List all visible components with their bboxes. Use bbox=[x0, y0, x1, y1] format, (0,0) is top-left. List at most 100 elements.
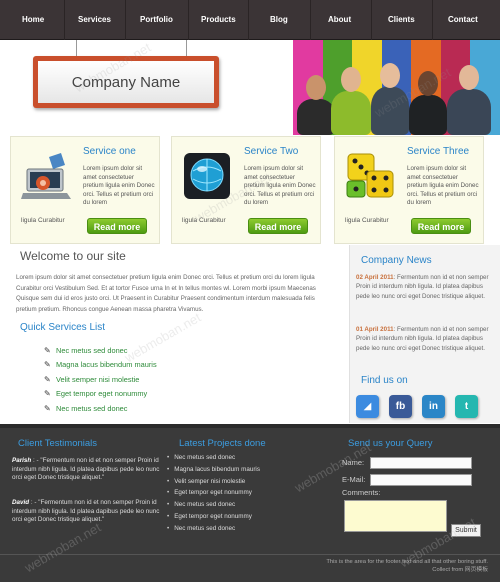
name-field[interactable] bbox=[370, 457, 472, 469]
service-caption: ligula Curabitur bbox=[345, 217, 389, 224]
name-label: Name: bbox=[342, 458, 365, 467]
list-item[interactable]: ✎ Nec metus sed donec bbox=[44, 343, 157, 358]
person-head bbox=[380, 63, 400, 88]
project-link[interactable]: Eget tempor eget nonummy bbox=[167, 513, 260, 525]
read-more-button[interactable]: Read more bbox=[87, 218, 147, 234]
comments-label: Comments: bbox=[342, 488, 381, 497]
nav-blog[interactable]: Blog bbox=[270, 15, 288, 24]
news-date[interactable]: 01 April 2011 bbox=[356, 326, 394, 333]
service-description: Lorem ipsum dolor sit amet consectetuer … bbox=[407, 165, 479, 207]
sidebar: Company News 02 April 2011: Fermentum no… bbox=[349, 245, 500, 423]
list-item[interactable]: ✎ Velit semper nisi molestie bbox=[44, 372, 157, 387]
project-link[interactable]: Eget tempor eget nonummy bbox=[167, 489, 260, 501]
company-sign[interactable]: Company Name bbox=[33, 56, 219, 108]
nav-home[interactable]: Home bbox=[22, 15, 44, 24]
dice-icon bbox=[346, 153, 394, 198]
person-head bbox=[418, 71, 438, 96]
person-figure bbox=[297, 99, 335, 135]
service-title: Service Two bbox=[244, 146, 299, 157]
quick-services-heading: Quick Services List bbox=[20, 322, 106, 333]
team-photo bbox=[293, 40, 500, 135]
project-link[interactable]: Magna lacus bibendum mauris bbox=[167, 466, 260, 478]
projects-heading: Latest Projects done bbox=[179, 438, 266, 449]
delicious-icon[interactable]: ◢ bbox=[356, 395, 379, 418]
news-item: 02 April 2011: Fermentum non id et non s… bbox=[356, 273, 498, 301]
testimonial-text: : - "Fermentum non id et non semper Proi… bbox=[12, 457, 160, 481]
email-field[interactable] bbox=[370, 474, 472, 486]
header-banner: Company Name bbox=[0, 40, 500, 135]
person-figure bbox=[409, 95, 447, 135]
pencil-icon: ✎ bbox=[44, 345, 51, 355]
list-item[interactable]: ✎ Nec metus sed donec bbox=[44, 401, 157, 416]
submit-button[interactable]: Submit bbox=[451, 524, 481, 537]
company-name: Company Name bbox=[71, 73, 181, 91]
service-caption: ligula Curabitur bbox=[21, 217, 65, 224]
welcome-heading: Welcome to our site bbox=[20, 249, 126, 263]
nav-divider bbox=[125, 0, 126, 40]
service-box-two: Service Two Lorem ipsum dolor sit amet c… bbox=[171, 136, 321, 244]
news-item: 01 April 2011: Fermentum non id et non s… bbox=[356, 325, 498, 353]
read-more-button[interactable]: Read more bbox=[248, 218, 308, 234]
quick-services-list: ✎ Nec metus sed donec ✎ Magna lacus bibend… bbox=[44, 343, 157, 416]
nav-services[interactable]: Services bbox=[78, 15, 111, 24]
pencil-icon: ✎ bbox=[44, 374, 51, 384]
footer-credit: Collect from 网页模板 bbox=[432, 567, 488, 573]
list-item[interactable]: ✎ Magna lacus bibendum mauris bbox=[44, 358, 157, 373]
query-heading: Send us your Query bbox=[348, 438, 433, 449]
project-link[interactable]: Nec metus sed donec bbox=[167, 525, 260, 537]
service-caption: ligula Curabitur bbox=[182, 217, 226, 224]
read-more-button[interactable]: Read more bbox=[411, 218, 471, 234]
nav-products[interactable]: Products bbox=[201, 15, 236, 24]
nav-divider bbox=[310, 0, 311, 40]
project-link[interactable]: Velit semper nisi molestie bbox=[167, 478, 260, 490]
find-us-heading: Find us on bbox=[361, 375, 408, 386]
nav-divider bbox=[432, 0, 433, 40]
twitter-icon[interactable]: t bbox=[455, 395, 478, 418]
person-head bbox=[306, 75, 326, 100]
top-navigation: Home Services Portfolio Products Blog Ab… bbox=[0, 0, 500, 40]
testimonial-text: : - "Fermentum non id et non semper Proi… bbox=[12, 499, 160, 523]
service-title: Service Three bbox=[407, 146, 470, 157]
testimonials-heading: Client Testimonials bbox=[18, 438, 98, 449]
testimonial: Parish : - "Fermentum non id et non semp… bbox=[12, 457, 160, 483]
nav-divider bbox=[188, 0, 189, 40]
nav-divider bbox=[64, 0, 65, 40]
news-date[interactable]: 02 April 2011 bbox=[356, 274, 394, 281]
linkedin-icon[interactable]: in bbox=[422, 395, 445, 418]
testimonial: David : - "Fermentum non id et non sempe… bbox=[12, 499, 160, 525]
service-box-three: Service Three Lorem ipsum dolor sit amet… bbox=[334, 136, 484, 244]
person-figure bbox=[331, 91, 371, 135]
person-figure bbox=[447, 89, 491, 135]
projects-list: Nec metus sed donec Magna lacus bibendum… bbox=[167, 454, 260, 537]
service-title: Service one bbox=[83, 146, 136, 157]
person-head bbox=[459, 65, 479, 90]
person-head bbox=[341, 67, 361, 92]
nav-clients[interactable]: Clients bbox=[388, 15, 415, 24]
comments-textarea[interactable] bbox=[344, 500, 447, 532]
testimonial-author: Parish bbox=[12, 457, 32, 464]
pencil-icon: ✎ bbox=[44, 389, 51, 399]
pencil-icon: ✎ bbox=[44, 403, 51, 413]
service-description: Lorem ipsum dolor sit amet consectetuer … bbox=[244, 165, 316, 207]
footer-divider bbox=[0, 554, 500, 555]
nav-divider bbox=[371, 0, 372, 40]
service-box-one: Service one Lorem ipsum dolor sit amet c… bbox=[10, 136, 160, 244]
footer-text: This is the area for the footer text and… bbox=[326, 559, 488, 565]
welcome-paragraph: Lorem ipsum dolor sit amet consectetuer … bbox=[16, 274, 316, 313]
nav-contact[interactable]: Contact bbox=[448, 15, 478, 24]
footer-copyright: This is the area for the footer text and… bbox=[326, 558, 488, 574]
service-description: Lorem ipsum dolor sit amet consectetuer … bbox=[83, 165, 155, 207]
nav-divider bbox=[248, 0, 249, 40]
nav-about[interactable]: About bbox=[328, 15, 351, 24]
company-news-heading: Company News bbox=[361, 255, 432, 266]
nav-portfolio[interactable]: Portfolio bbox=[140, 15, 173, 24]
project-link[interactable]: Nec metus sed donec bbox=[167, 501, 260, 513]
list-item[interactable]: ✎ Eget tempor eget nonummy bbox=[44, 387, 157, 402]
laptop-icon bbox=[21, 153, 71, 199]
footer: Client Testimonials Parish : - "Fermentu… bbox=[0, 424, 500, 582]
facebook-icon[interactable]: fb bbox=[389, 395, 412, 418]
project-link[interactable]: Nec metus sed donec bbox=[167, 454, 260, 466]
pencil-icon: ✎ bbox=[44, 360, 51, 370]
testimonial-author: David bbox=[12, 499, 30, 506]
globe-icon bbox=[184, 153, 230, 199]
